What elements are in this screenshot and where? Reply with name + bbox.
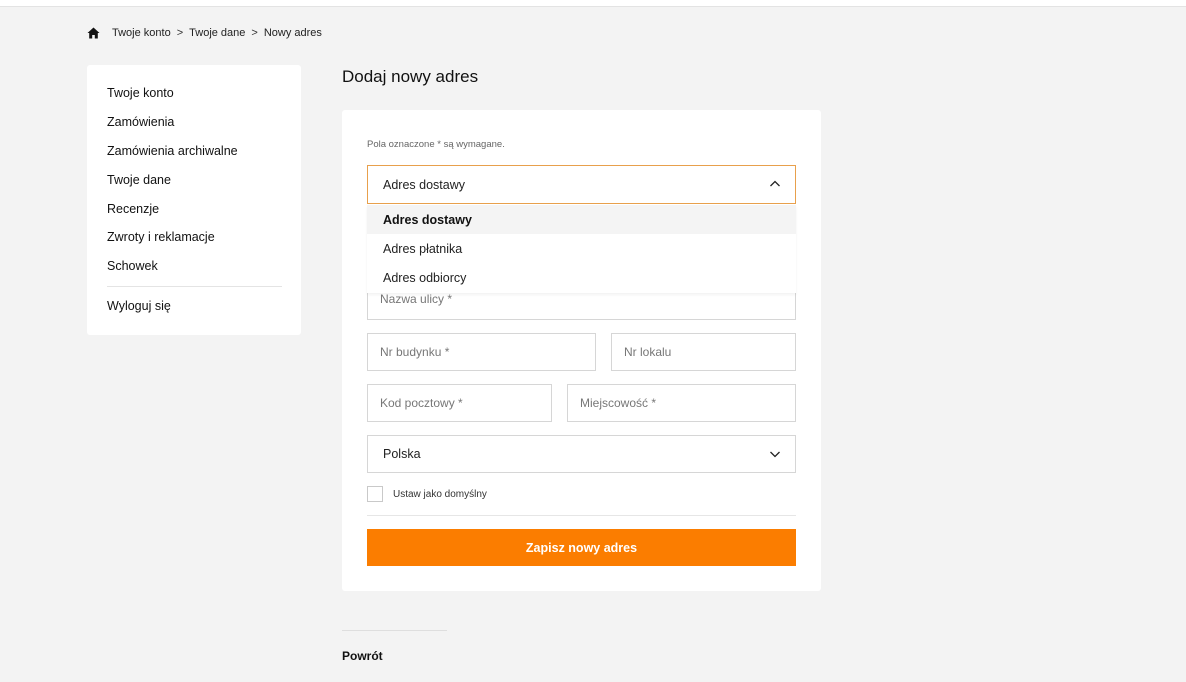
- sidebar-item-orders[interactable]: Zamówienia: [107, 115, 174, 129]
- street-placeholder: Nazwa ulicy *: [380, 292, 453, 306]
- building-number-input[interactable]: Nr budynku *: [367, 333, 596, 371]
- apartment-number-placeholder: Nr lokalu: [624, 345, 672, 359]
- sidebar-item-returns[interactable]: Zwroty i reklamacje: [107, 230, 215, 244]
- postal-code-placeholder: Kod pocztowy *: [380, 396, 463, 410]
- sidebar-item-details[interactable]: Twoje dane: [107, 173, 171, 187]
- back-divider: [342, 630, 447, 631]
- page-title: Dodaj nowy adres: [342, 67, 479, 86]
- top-bar: [0, 0, 1186, 7]
- breadcrumb: Twoje konto > Twoje dane > Nowy adres: [87, 26, 322, 40]
- breadcrumb-item-account[interactable]: Twoje konto: [112, 27, 171, 39]
- sidebar-item-reviews[interactable]: Recenzje: [107, 202, 159, 216]
- sidebar-divider: [107, 286, 282, 287]
- address-type-dropdown: Adres dostawy Adres płatnika Adres odbio…: [367, 205, 796, 293]
- chevron-up-icon: [769, 178, 781, 190]
- home-icon[interactable]: [87, 27, 100, 39]
- option-delivery-address[interactable]: Adres dostawy: [367, 205, 796, 234]
- default-address-option[interactable]: Ustaw jako domyślny: [367, 486, 487, 502]
- address-type-value: Adres dostawy: [383, 177, 465, 192]
- country-select[interactable]: Polska: [367, 435, 796, 473]
- postal-code-input[interactable]: Kod pocztowy *: [367, 384, 552, 422]
- option-payer-address[interactable]: Adres płatnika: [367, 234, 796, 263]
- breadcrumb-item-details[interactable]: Twoje dane: [189, 27, 245, 39]
- sidebar-item-account[interactable]: Twoje konto: [107, 86, 174, 100]
- breadcrumb-separator: >: [176, 27, 184, 39]
- logout-link[interactable]: Wyloguj się: [107, 299, 171, 313]
- back-link[interactable]: Powrót: [342, 649, 383, 663]
- option-recipient-address[interactable]: Adres odbiorcy: [367, 263, 796, 292]
- default-address-checkbox[interactable]: [367, 486, 383, 502]
- sidebar-item-wishlist[interactable]: Schowek: [107, 259, 158, 273]
- default-address-label: Ustaw jako domyślny: [393, 488, 487, 500]
- apartment-number-input[interactable]: Nr lokalu: [611, 333, 796, 371]
- breadcrumb-separator: >: [251, 27, 258, 39]
- sidebar-item-archived-orders[interactable]: Zamówienia archiwalne: [107, 144, 238, 158]
- form-divider: [367, 515, 796, 516]
- address-type-select[interactable]: Adres dostawy: [367, 165, 796, 204]
- chevron-down-icon: [769, 448, 781, 460]
- country-value: Polska: [383, 447, 421, 461]
- save-address-button[interactable]: Zapisz nowy adres: [367, 529, 796, 566]
- required-fields-note: Pola oznaczone * są wymagane.: [367, 139, 505, 150]
- breadcrumb-item-current: Nowy adres: [263, 27, 322, 39]
- city-placeholder: Miejscowość *: [580, 396, 657, 410]
- building-number-placeholder: Nr budynku *: [380, 345, 450, 359]
- city-input[interactable]: Miejscowość *: [567, 384, 796, 422]
- account-sidebar: Twoje konto Zamówienia Zamówienia archiw…: [87, 65, 301, 335]
